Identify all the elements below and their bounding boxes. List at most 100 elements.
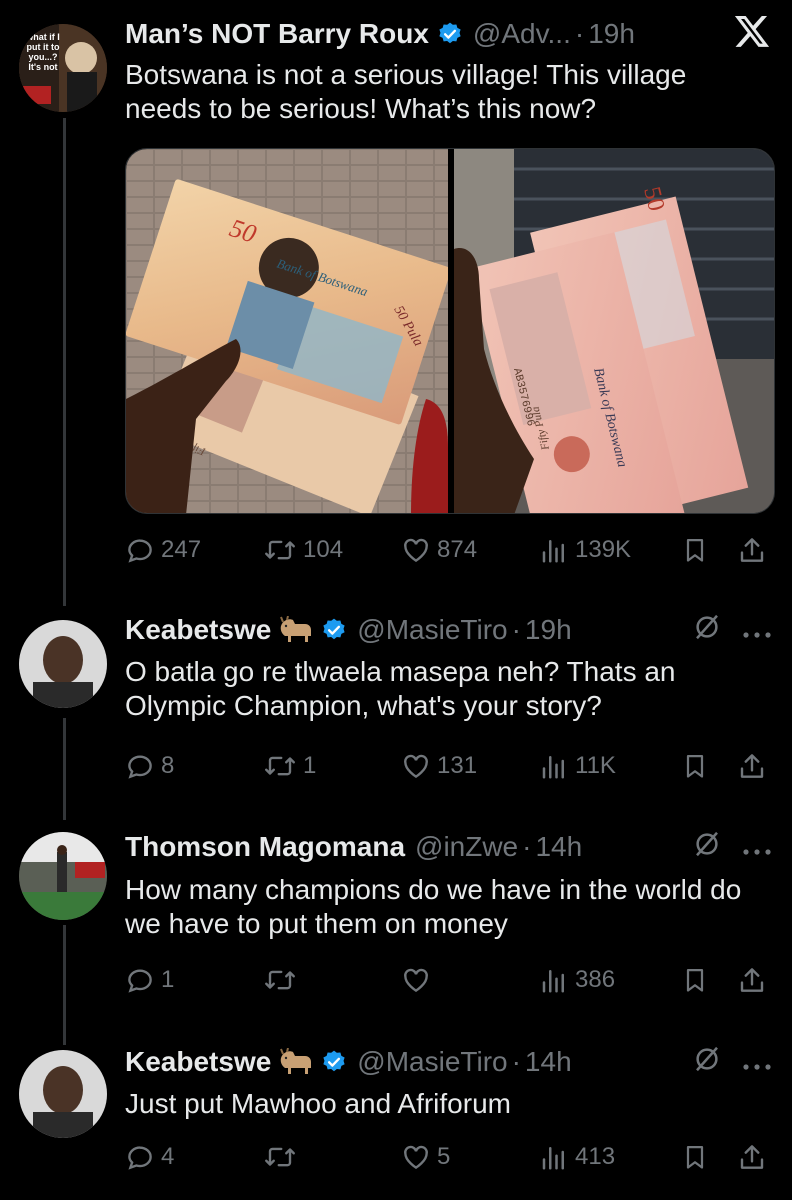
views-button[interactable]: 386 — [539, 960, 615, 1000]
separator-dot: · — [511, 1046, 521, 1077]
display-name[interactable]: Man’s NOT Barry Roux — [125, 18, 429, 50]
like-button[interactable]: 874 — [401, 530, 477, 570]
timestamp[interactable]: 19h — [525, 614, 572, 646]
views-button[interactable]: 139K — [539, 530, 631, 570]
share-icon — [740, 538, 764, 562]
more-options-icon[interactable] — [742, 1046, 772, 1078]
share-icon — [740, 968, 764, 992]
like-count: 131 — [437, 752, 478, 779]
repost-button[interactable] — [263, 1137, 303, 1177]
share-button[interactable] — [737, 530, 767, 570]
timestamp[interactable]: 14h — [535, 831, 582, 863]
reply-icon — [128, 755, 152, 779]
user-handle[interactable]: @Adv... — [473, 18, 571, 50]
avatar-image — [19, 1050, 107, 1138]
views-count: 413 — [575, 1143, 616, 1170]
views-icon — [542, 540, 564, 563]
reply-count: 8 — [161, 752, 175, 779]
views-icon — [542, 970, 564, 993]
views-count: 11K — [575, 752, 616, 779]
like-button[interactable]: 5 — [401, 1137, 450, 1177]
bookmark-button[interactable] — [681, 960, 709, 1000]
repost-icon — [265, 756, 295, 776]
repost-count: 104 — [303, 536, 344, 563]
reply-count: 247 — [161, 536, 202, 563]
grok-icon[interactable] — [692, 829, 722, 866]
media-photo-right[interactable]: 50 Bank of Botswana AB3576996 Fifty Pula — [454, 149, 774, 513]
display-name[interactable]: Keabetswe — [125, 1046, 271, 1078]
bookmark-icon — [686, 968, 704, 992]
user-handle[interactable]: @MasieTiro — [357, 1046, 507, 1078]
goat-emoji-icon — [277, 1048, 313, 1076]
thread-line — [63, 925, 66, 1045]
avatar-image — [19, 832, 107, 920]
repost-icon — [265, 540, 295, 560]
separator-dot: · — [574, 18, 585, 49]
avatar-image — [19, 620, 107, 708]
like-button[interactable] — [401, 960, 437, 1000]
display-name[interactable]: Thomson Magomana — [125, 831, 405, 863]
reply-icon — [128, 1146, 152, 1170]
reply-button[interactable]: 8 — [125, 746, 174, 786]
repost-count: 1 — [303, 752, 317, 779]
tweet-media[interactable]: 50 Bank of Botswana 50 Pula Fifty Pula — [125, 148, 775, 514]
repost-button[interactable]: 104 — [263, 530, 343, 570]
reply-button[interactable]: 1 — [125, 960, 174, 1000]
thread-line — [63, 718, 66, 820]
display-name[interactable]: Keabetswe — [125, 614, 271, 646]
views-button[interactable]: 11K — [539, 746, 616, 786]
verified-badge-icon — [321, 1049, 347, 1075]
share-button[interactable] — [737, 746, 767, 786]
more-options-icon[interactable] — [742, 614, 772, 646]
bookmark-icon — [686, 754, 704, 778]
like-count: 5 — [437, 1143, 451, 1170]
heart-icon — [404, 1145, 428, 1170]
reply-count: 1 — [161, 966, 175, 993]
heart-icon — [404, 538, 428, 563]
reply-button[interactable]: 4 — [125, 1137, 174, 1177]
verified-badge-icon — [321, 617, 347, 643]
bookmark-button[interactable] — [681, 746, 709, 786]
separator-dot: · — [511, 614, 521, 645]
avatar[interactable] — [19, 832, 107, 920]
repost-button[interactable]: 1 — [263, 746, 316, 786]
tweet-text: How many champions do we have in the wor… — [125, 874, 742, 939]
goat-emoji-icon — [277, 616, 313, 644]
views-icon — [542, 1147, 564, 1170]
user-handle[interactable]: @inZwe — [415, 831, 518, 863]
share-button[interactable] — [737, 1137, 767, 1177]
bookmark-button[interactable] — [681, 530, 709, 570]
tweet-text: O batla go re tlwaela masepa neh? Thats … — [125, 656, 676, 721]
share-icon — [740, 754, 764, 778]
grok-icon[interactable] — [692, 1044, 722, 1081]
reply-button[interactable]: 247 — [125, 530, 201, 570]
avatar[interactable] — [19, 620, 107, 708]
tweet-text: Just put Mawhoo and Afriforum — [125, 1088, 511, 1119]
thread-line — [63, 118, 66, 606]
repost-icon — [265, 1147, 295, 1167]
repost-icon — [265, 970, 295, 990]
separator-dot: · — [522, 831, 532, 862]
avatar[interactable]: what if I put it to you...? It's not — [19, 24, 107, 112]
bookmark-button[interactable] — [681, 1137, 709, 1177]
avatar[interactable] — [19, 1050, 107, 1138]
views-button[interactable]: 413 — [539, 1137, 615, 1177]
bookmark-icon — [686, 538, 704, 562]
reply-count: 4 — [161, 1143, 175, 1170]
bookmark-icon — [686, 1145, 704, 1169]
more-options-icon[interactable] — [742, 831, 772, 863]
tweet-text: Botswana is not a serious village! This … — [125, 59, 687, 124]
timestamp[interactable]: 14h — [525, 1046, 572, 1078]
user-handle[interactable]: @MasieTiro — [357, 614, 507, 646]
heart-icon — [404, 754, 428, 779]
verified-badge-icon — [437, 21, 463, 47]
views-count: 386 — [575, 966, 616, 993]
media-photo-left[interactable]: 50 Bank of Botswana 50 Pula Fifty Pula — [126, 149, 448, 513]
timestamp[interactable]: 19h — [588, 18, 635, 50]
like-button[interactable]: 131 — [401, 746, 477, 786]
views-icon — [542, 756, 564, 779]
grok-icon[interactable] — [692, 612, 722, 649]
x-logo-icon[interactable] — [732, 12, 772, 57]
repost-button[interactable] — [263, 960, 303, 1000]
share-button[interactable] — [737, 960, 767, 1000]
